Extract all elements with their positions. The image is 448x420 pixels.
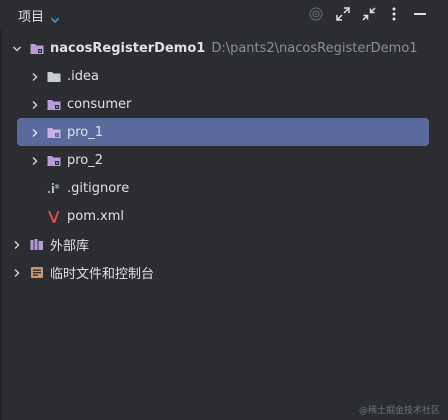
tree-item-label: consumer <box>67 96 132 112</box>
root-label: nacosRegisterDemo1 <box>50 40 206 56</box>
module-folder-icon <box>47 126 61 139</box>
tree-item-label: pom.xml <box>67 208 124 224</box>
folder-icon <box>47 70 61 83</box>
tree-root-node[interactable]: nacosRegisterDemo1 D:\pants2\nacosRegist… <box>12 34 432 62</box>
tree-item-pro-2[interactable]: pro_2 <box>30 146 430 174</box>
more-options-icon[interactable] <box>385 5 403 23</box>
chevron-right-icon[interactable] <box>12 239 22 250</box>
tree-item-gitignore[interactable]: .gitignore <box>47 174 427 202</box>
module-folder-icon <box>30 42 44 55</box>
root-path: D:\pants2\nacosRegisterDemo1 <box>211 40 418 56</box>
tree-item-label: 临时文件和控制台 <box>50 266 155 282</box>
module-folder-icon <box>47 98 61 111</box>
expand-all-icon[interactable] <box>334 5 352 23</box>
chevron-right-icon[interactable] <box>12 267 22 278</box>
chevron-right-icon[interactable] <box>30 127 40 138</box>
chevron-right-icon[interactable] <box>30 155 40 166</box>
tree-item-pro-1[interactable]: pro_1 <box>17 118 429 146</box>
panel-edge <box>0 30 2 420</box>
panel-title: 项目 <box>18 9 45 25</box>
chevron-right-icon[interactable] <box>30 71 40 82</box>
maven-icon <box>47 210 61 223</box>
tree-item-consumer[interactable]: consumer <box>30 90 430 118</box>
tree-item-external-libraries[interactable]: 外部库 <box>12 230 432 258</box>
project-view-selector[interactable]: 项目 <box>18 5 60 25</box>
tree-item-label: .gitignore <box>67 180 130 196</box>
tree-item-label: .idea <box>67 68 99 84</box>
scratches-icon <box>30 266 44 279</box>
gitignore-icon <box>47 182 61 195</box>
tree-item-label: pro_1 <box>67 124 104 140</box>
tree-item-idea[interactable]: .idea <box>30 62 430 90</box>
chevron-right-icon[interactable] <box>30 99 40 110</box>
module-folder-icon <box>47 154 61 167</box>
project-toolbar: 项目 <box>0 0 448 30</box>
chevron-down-icon[interactable] <box>12 43 22 53</box>
tree-item-pom[interactable]: pom.xml <box>47 202 427 230</box>
watermark: @稀土掘金技术社区 <box>358 406 440 416</box>
tree-item-label: pro_2 <box>67 152 104 168</box>
minimize-icon[interactable] <box>411 5 429 23</box>
library-icon <box>30 238 44 251</box>
target-icon[interactable] <box>307 5 325 23</box>
collapse-all-icon[interactable] <box>360 5 378 23</box>
tree-item-scratches[interactable]: 临时文件和控制台 <box>12 258 432 286</box>
chevron-down-icon <box>50 10 60 24</box>
tree-item-label: 外部库 <box>50 238 90 254</box>
